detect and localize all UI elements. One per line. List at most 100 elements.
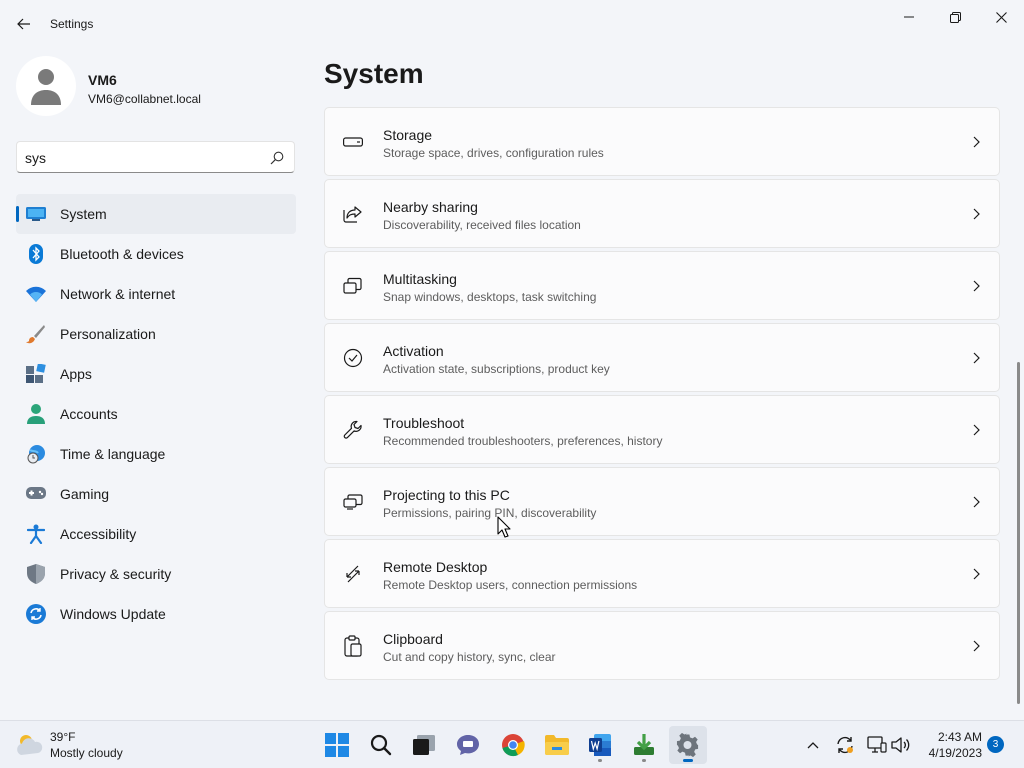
bluetooth-icon	[26, 244, 46, 264]
minimize-icon	[904, 16, 914, 18]
chevron-right-icon	[973, 280, 980, 292]
tray-network-button[interactable]	[866, 734, 888, 756]
card-subtitle: Remote Desktop users, connection permiss…	[383, 578, 638, 592]
app-title: Settings	[50, 17, 94, 31]
settings-card-remote-desktop[interactable]: Remote Desktop Remote Desktop users, con…	[324, 539, 1000, 608]
task-view-button[interactable]	[405, 726, 443, 764]
maximize-button[interactable]	[932, 4, 978, 30]
tray-sync-button[interactable]	[834, 734, 856, 756]
file-explorer-button[interactable]	[538, 726, 576, 764]
title-bar: Settings	[0, 0, 1024, 48]
settings-app-button[interactable]	[669, 726, 707, 764]
settings-list: Storage Storage space, drives, configura…	[324, 107, 1000, 683]
settings-card-nearby-sharing[interactable]: Nearby sharing Discoverability, received…	[324, 179, 1000, 248]
search-icon[interactable]	[270, 151, 284, 165]
page-title: System	[324, 58, 424, 89]
active-indicator	[683, 759, 693, 762]
remote-desktop-icon	[342, 563, 364, 585]
sidebar-item-label: Apps	[60, 366, 92, 382]
card-subtitle: Snap windows, desktops, task switching	[383, 290, 597, 304]
settings-card-troubleshoot[interactable]: Troubleshoot Recommended troubleshooters…	[324, 395, 1000, 464]
chat-icon	[457, 735, 479, 755]
tray-volume-button[interactable]	[890, 734, 912, 756]
sidebar-item-accessibility[interactable]: Accessibility	[16, 514, 296, 554]
sidebar-item-time-language[interactable]: Time & language	[16, 434, 296, 474]
card-title: Troubleshoot	[383, 415, 465, 431]
taskbar-search-button[interactable]	[362, 726, 400, 764]
settings-card-activation[interactable]: Activation Activation state, subscriptio…	[324, 323, 1000, 392]
settings-card-projecting[interactable]: Projecting to this PC Permissions, pairi…	[324, 467, 1000, 536]
maximize-icon	[949, 11, 961, 23]
close-icon	[995, 11, 1007, 23]
sidebar-item-network[interactable]: Network & internet	[16, 274, 296, 314]
card-title: Nearby sharing	[383, 199, 478, 215]
mouse-cursor-icon	[497, 516, 511, 538]
check-circle-icon	[342, 347, 364, 369]
sidebar-nav: System Bluetooth & devices Network & int…	[16, 194, 296, 634]
sync-icon	[837, 736, 853, 754]
search-box[interactable]	[16, 141, 295, 173]
start-button[interactable]	[318, 726, 356, 764]
taskbar: 39°F Mostly cloudy 2:43 AM 4/19/2023	[0, 720, 1024, 768]
chevron-right-icon	[973, 208, 980, 220]
chevron-up-icon	[807, 742, 819, 749]
network-icon	[867, 736, 887, 753]
notification-badge[interactable]: 3	[987, 736, 1004, 753]
shield-icon	[26, 564, 46, 584]
sidebar-item-label: Bluetooth & devices	[60, 246, 184, 262]
card-subtitle: Permissions, pairing PIN, discoverabilit…	[383, 506, 597, 520]
folder-icon	[545, 735, 569, 755]
wrench-icon	[342, 419, 364, 441]
settings-card-clipboard[interactable]: Clipboard Cut and copy history, sync, cl…	[324, 611, 1000, 680]
chrome-icon	[502, 734, 525, 757]
sidebar-item-label: Accounts	[60, 406, 118, 422]
partly-cloudy-icon[interactable]	[14, 731, 44, 757]
sidebar-item-label: Privacy & security	[60, 566, 172, 582]
person-icon	[26, 404, 46, 424]
sidebar-item-label: Time & language	[60, 446, 166, 462]
card-title: Storage	[383, 127, 433, 143]
search-icon	[370, 734, 392, 756]
sidebar-item-privacy[interactable]: Privacy & security	[16, 554, 296, 594]
sidebar-item-apps[interactable]: Apps	[16, 354, 296, 394]
clock-time[interactable]: 2:43 AM	[920, 730, 982, 744]
search-input[interactable]	[25, 148, 255, 168]
sidebar-item-personalization[interactable]: Personalization	[16, 314, 296, 354]
user-email: VM6@collabnet.local	[88, 92, 201, 106]
card-subtitle: Discoverability, received files location	[383, 218, 581, 232]
close-button[interactable]	[978, 4, 1024, 30]
card-subtitle: Recommended troubleshooters, preferences…	[383, 434, 663, 448]
back-button[interactable]	[10, 12, 38, 36]
tray-overflow-button[interactable]	[802, 734, 824, 756]
avatar[interactable]	[16, 56, 76, 116]
chevron-right-icon	[973, 352, 980, 364]
settings-card-multitasking[interactable]: Multitasking Snap windows, desktops, tas…	[324, 251, 1000, 320]
card-title: Multitasking	[383, 271, 457, 287]
chrome-button[interactable]	[494, 726, 532, 764]
wifi-icon	[26, 285, 46, 303]
word-button[interactable]	[581, 726, 619, 764]
word-icon	[589, 734, 611, 756]
sidebar-item-gaming[interactable]: Gaming	[16, 474, 296, 514]
scrollbar[interactable]	[1017, 362, 1020, 704]
clock-date[interactable]: 4/19/2023	[920, 746, 982, 760]
chat-button[interactable]	[449, 726, 487, 764]
storage-drive-icon	[342, 131, 364, 153]
sidebar-item-accounts[interactable]: Accounts	[16, 394, 296, 434]
sidebar-item-label: Accessibility	[60, 526, 137, 542]
sidebar-item-label: Gaming	[60, 486, 110, 502]
monitor-icon	[26, 205, 46, 223]
minimize-button[interactable]	[886, 4, 932, 30]
projecting-icon	[342, 491, 364, 513]
sidebar-item-system[interactable]: System	[16, 194, 296, 234]
weather-temperature: 39°F	[50, 730, 76, 744]
sidebar-item-bluetooth[interactable]: Bluetooth & devices	[16, 234, 296, 274]
download-icon	[634, 734, 654, 755]
sidebar-item-windows-update[interactable]: Windows Update	[16, 594, 296, 634]
running-indicator	[642, 759, 646, 762]
share-icon	[342, 203, 364, 225]
weather-description: Mostly cloudy	[50, 746, 123, 760]
download-app-button[interactable]	[625, 726, 663, 764]
settings-card-storage[interactable]: Storage Storage space, drives, configura…	[324, 107, 1000, 176]
chevron-right-icon	[973, 496, 980, 508]
